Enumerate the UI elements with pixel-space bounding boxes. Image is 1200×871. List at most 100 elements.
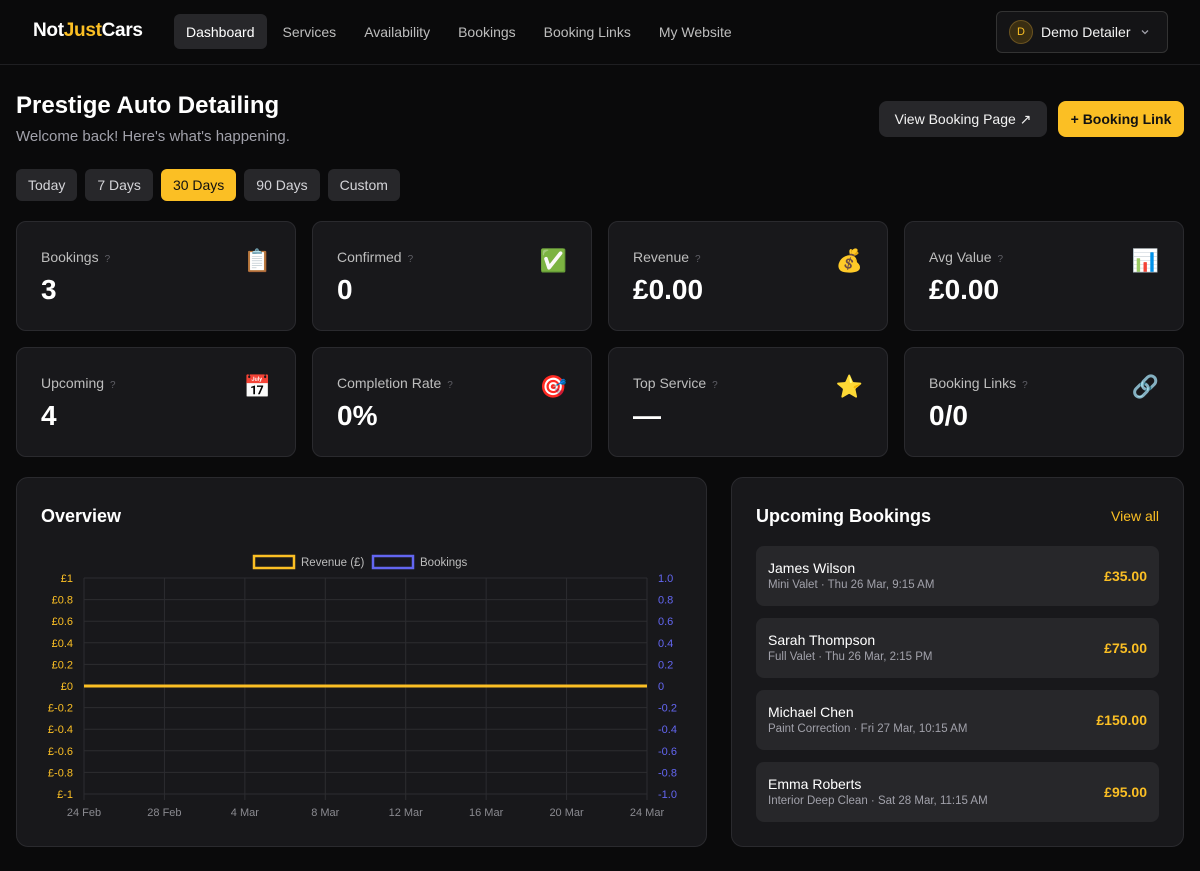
y-left-tick-label: £-0.8 xyxy=(48,767,73,779)
nav-availability[interactable]: Availability xyxy=(352,14,442,49)
stat-label-text: Top Service xyxy=(633,375,707,391)
bar-chart-icon: 📊 xyxy=(1131,249,1159,274)
stat-value: 0/0 xyxy=(929,400,968,431)
booking-detail: Full Valet · Thu 26 Mar, 2:15 PM xyxy=(768,651,933,663)
stat-label: Bookings? xyxy=(41,249,110,265)
user-menu-button[interactable]: D Demo Detailer xyxy=(996,11,1168,53)
booking-item[interactable]: Sarah Thompson Full Valet · Thu 26 Mar, … xyxy=(756,618,1159,678)
booking-customer-name: Emma Roberts xyxy=(768,776,862,792)
y-left-tick-label: £-0.2 xyxy=(48,703,73,715)
stat-card-confirmed: Confirmed? 0 ✅ xyxy=(312,221,592,331)
money-bag-icon: 💰 xyxy=(835,249,863,274)
help-icon[interactable]: ? xyxy=(110,380,116,391)
nav-bookings[interactable]: Bookings xyxy=(446,14,528,49)
y-left-tick-label: £0.4 xyxy=(52,638,73,650)
booking-price: £95.00 xyxy=(1104,784,1147,800)
y-right-tick-label: -0.4 xyxy=(658,724,677,736)
y-left-tick-label: £1 xyxy=(61,573,73,585)
stat-label: Confirmed? xyxy=(337,249,413,265)
legend-label: Bookings xyxy=(420,557,468,569)
stat-label-text: Avg Value xyxy=(929,249,992,265)
help-icon[interactable]: ? xyxy=(105,254,111,265)
booking-customer-name: James Wilson xyxy=(768,560,856,576)
range-30-days[interactable]: 30 Days xyxy=(160,169,237,201)
view-booking-page-button[interactable]: View Booking Page ↗ xyxy=(879,101,1047,137)
brand-logo[interactable]: NotJustCars xyxy=(33,20,143,42)
stat-label: Avg Value? xyxy=(929,249,1003,265)
upcoming-bookings-title: Upcoming Bookings xyxy=(756,506,931,526)
stat-label: Booking Links? xyxy=(929,375,1028,391)
help-icon[interactable]: ? xyxy=(1022,380,1028,391)
link-icon: 🔗 xyxy=(1131,375,1159,400)
y-right-tick-label: 1.0 xyxy=(658,573,673,585)
stat-card-revenue: Revenue? £0.00 💰 xyxy=(608,221,888,331)
legend-swatch xyxy=(371,554,415,570)
booking-item[interactable]: James Wilson Mini Valet · Thu 26 Mar, 9:… xyxy=(756,546,1159,606)
y-left-tick-label: £0.8 xyxy=(52,595,73,607)
stat-card-completion-rate: Completion Rate? 0% 🎯 xyxy=(312,347,592,457)
help-icon[interactable]: ? xyxy=(712,380,718,391)
stat-value: 3 xyxy=(41,274,57,305)
booking-item[interactable]: Emma Roberts Interior Deep Clean · Sat 2… xyxy=(756,762,1159,822)
range-today[interactable]: Today xyxy=(16,169,78,201)
calendar-icon: 📅 xyxy=(243,375,271,400)
x-tick-label: 28 Feb xyxy=(147,807,181,819)
stat-value: £0.00 xyxy=(633,274,704,305)
brand-part-1: Not xyxy=(33,20,64,41)
stat-label-text: Bookings xyxy=(41,249,99,265)
page-subtitle: Welcome back! Here's what's happening. xyxy=(16,128,290,145)
y-left-tick-label: £-0.6 xyxy=(48,746,73,758)
range-custom[interactable]: Custom xyxy=(327,169,400,201)
view-all-link[interactable]: View all xyxy=(1111,508,1159,524)
avatar: D xyxy=(1009,20,1033,44)
stat-label-text: Confirmed xyxy=(337,249,402,265)
legend-swatch xyxy=(252,554,296,570)
stat-label-text: Upcoming xyxy=(41,375,105,391)
booking-detail: Interior Deep Clean · Sat 28 Mar, 11:15 … xyxy=(768,795,988,807)
booking-item[interactable]: Michael Chen Paint Correction · Fri 27 M… xyxy=(756,690,1159,750)
x-tick-label: 20 Mar xyxy=(549,807,584,819)
stat-value: 0 xyxy=(337,274,353,305)
add-booking-link-button[interactable]: + Booking Link xyxy=(1058,101,1184,137)
stat-card-top-service: Top Service? — ⭐ xyxy=(608,347,888,457)
y-left-tick-label: £0.2 xyxy=(52,659,73,671)
stat-label: Completion Rate? xyxy=(337,375,453,391)
stat-label: Upcoming? xyxy=(41,375,116,391)
y-left-tick-label: £0.6 xyxy=(52,616,73,628)
y-right-tick-label: 0.2 xyxy=(658,659,673,671)
chevron-down-icon xyxy=(1142,30,1149,35)
x-tick-label: 24 Feb xyxy=(67,807,101,819)
y-right-tick-label: 0.4 xyxy=(658,638,673,650)
stat-label-text: Revenue xyxy=(633,249,690,265)
overview-panel: Overview £1 1.0 £0.8 0.8 £0.6 0.6 £0.4 0.4 £0.2 0… xyxy=(16,477,707,847)
x-tick-label: 8 Mar xyxy=(311,807,339,819)
stat-value: 4 xyxy=(41,400,57,431)
booking-customer-name: Sarah Thompson xyxy=(768,632,876,648)
help-icon[interactable]: ? xyxy=(998,254,1004,265)
range-90-days[interactable]: 90 Days xyxy=(244,169,320,201)
user-name: Demo Detailer xyxy=(1041,24,1131,40)
x-tick-label: 12 Mar xyxy=(389,807,424,819)
clipboard-icon: 📋 xyxy=(243,249,271,274)
stat-value: 0% xyxy=(337,400,378,431)
stat-card-upcoming: Upcoming? 4 📅 xyxy=(16,347,296,457)
x-tick-label: 4 Mar xyxy=(231,807,259,819)
stat-card-booking-links: Booking Links? 0/0 🔗 xyxy=(904,347,1184,457)
y-right-tick-label: -0.2 xyxy=(658,703,677,715)
help-icon[interactable]: ? xyxy=(695,254,701,265)
nav-my-website[interactable]: My Website xyxy=(647,14,744,49)
stat-label-text: Completion Rate xyxy=(337,375,442,391)
help-icon[interactable]: ? xyxy=(408,254,414,265)
nav-dashboard[interactable]: Dashboard xyxy=(174,14,267,49)
nav-booking-links[interactable]: Booking Links xyxy=(532,14,643,49)
help-icon[interactable]: ? xyxy=(447,380,453,391)
y-left-tick-label: £-1 xyxy=(57,789,73,801)
y-right-tick-label: 0.8 xyxy=(658,595,673,607)
nav-services[interactable]: Services xyxy=(271,14,349,49)
booking-price: £150.00 xyxy=(1096,712,1147,728)
booking-customer-name: Michael Chen xyxy=(768,704,854,720)
star-icon: ⭐ xyxy=(835,375,863,400)
y-left-tick-label: £-0.4 xyxy=(48,724,73,736)
nav-links: Dashboard Services Availability Bookings… xyxy=(174,14,748,49)
range-7-days[interactable]: 7 Days xyxy=(85,169,153,201)
